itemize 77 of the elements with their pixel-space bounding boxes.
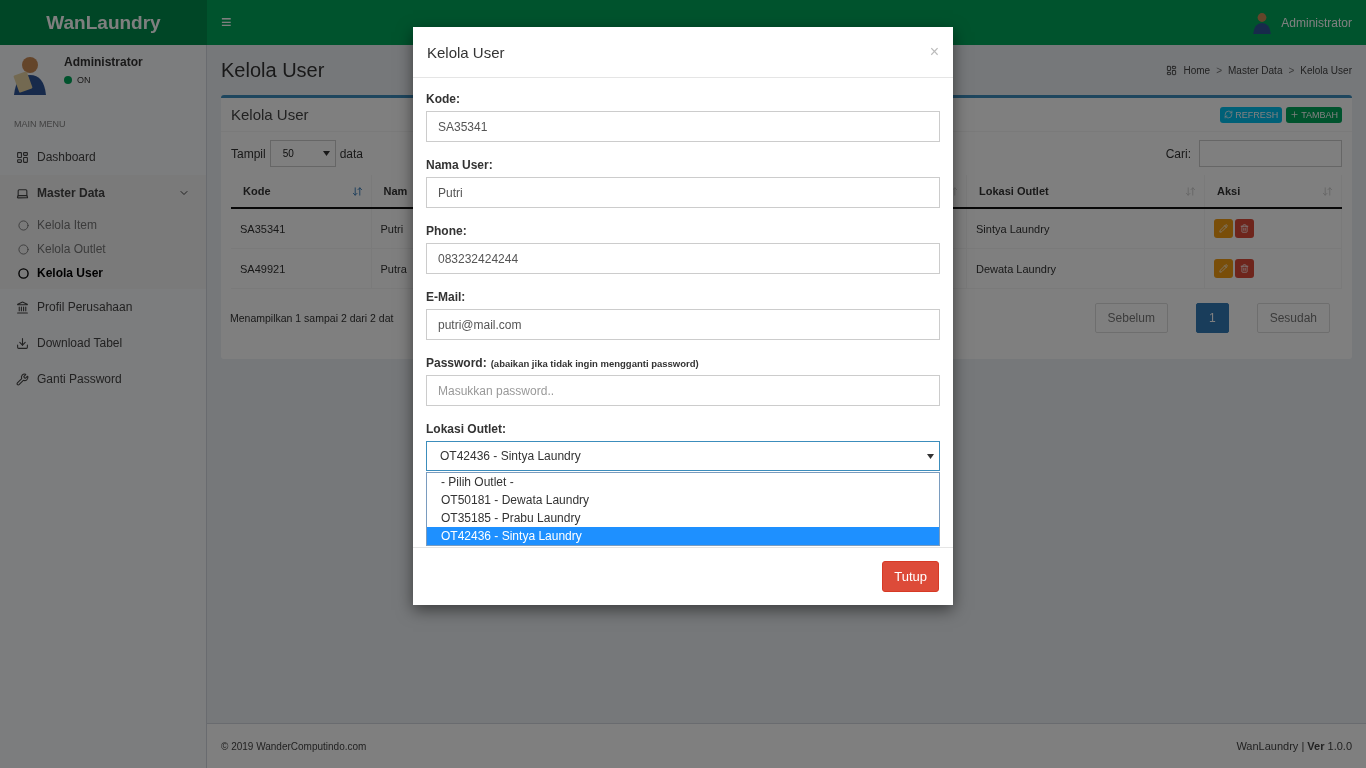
outlet-select[interactable]: OT42436 - Sintya Laundry <box>426 441 940 471</box>
breadcrumb-link[interactable]: Master Data <box>1228 65 1283 76</box>
menu-header: MAIN MENU <box>13 118 67 131</box>
dropdown-option[interactable]: OT42436 - Sintya Laundry <box>427 527 939 545</box>
user-name: Administrator <box>64 55 143 69</box>
user-menu[interactable]: Administrator <box>1281 15 1352 30</box>
field-label: Phone: <box>426 224 467 238</box>
input-field[interactable]: Putri <box>426 177 940 208</box>
sidebar-item[interactable]: Ganti Password <box>0 361 206 397</box>
trash-icon <box>1240 264 1249 273</box>
search-field[interactable] <box>1199 140 1342 167</box>
delete-button[interactable] <box>1235 259 1254 278</box>
status-text: ON <box>77 75 91 85</box>
breadcrumb-link[interactable]: Home <box>1183 65 1211 76</box>
input-field[interactable]: 083232424244 <box>426 243 940 274</box>
length-select[interactable]: 50 <box>269 140 336 167</box>
caret-icon <box>927 453 934 459</box>
refresh-icon <box>1224 110 1234 119</box>
dashboard-icon <box>16 150 29 164</box>
field-label: Nama User: <box>426 158 493 172</box>
add-button[interactable]: TAMBAH <box>1286 106 1342 123</box>
column-header[interactable]: Lokasi Outlet <box>966 175 1205 208</box>
field-note: (abaikan jika tidak ingin mengganti password) <box>490 358 699 369</box>
submenu-item[interactable]: Kelola User <box>0 261 206 285</box>
modal-title: Kelola User <box>427 43 505 61</box>
table-cell: Dewata Laundry <box>966 248 1205 289</box>
sidebar-item[interactable]: Dashboard <box>0 139 206 175</box>
version-text: WanLaundry | Ver 1.0.0 <box>1236 740 1352 752</box>
field-label: E-Mail: <box>426 290 466 304</box>
sidebar-item[interactable]: Profil Perusahaan <box>0 289 206 325</box>
box-title: Kelola User <box>231 106 309 123</box>
sidebar-item[interactable]: Master Data <box>0 175 206 211</box>
brand-logo[interactable]: WanLaundry <box>0 0 207 45</box>
field-label: Lokasi Outlet: <box>426 422 506 436</box>
column-header[interactable]: Aksi <box>1204 175 1342 208</box>
laptop-icon <box>16 186 29 200</box>
caret-icon <box>322 151 330 156</box>
page-title: Kelola User <box>221 59 325 82</box>
search-label: Cari: <box>1165 146 1191 161</box>
input-field[interactable]: putri@mail.com <box>426 309 940 340</box>
table-cell: SA35341 <box>231 208 371 249</box>
circle-icon <box>18 219 29 231</box>
page-button[interactable]: 1 <box>1195 303 1229 333</box>
table-cell: SA49921 <box>231 248 371 289</box>
sidebar-item[interactable]: Download Tabel <box>0 325 206 361</box>
page-button[interactable]: Sebelum <box>1094 303 1168 333</box>
user-avatar-icon <box>1251 11 1274 34</box>
breadcrumb-separator: > <box>1288 65 1295 76</box>
delete-button[interactable] <box>1235 219 1254 238</box>
bank-icon <box>16 300 29 314</box>
length-label: Tampil <box>231 146 266 161</box>
page-button[interactable]: Sesudah <box>1256 303 1330 333</box>
length-label: data <box>339 146 364 161</box>
edit-button[interactable] <box>1214 259 1233 278</box>
submenu-item[interactable]: Kelola Item <box>0 213 206 237</box>
circle-icon <box>18 243 29 255</box>
plus-icon <box>1290 110 1300 119</box>
close-button[interactable]: Tutup <box>882 561 939 592</box>
input-field[interactable]: Masukkan password.. <box>426 375 940 406</box>
pencil-icon <box>1219 224 1228 233</box>
pencil-icon <box>1219 264 1228 273</box>
copyright-text: © 2019 WanderComputindo.com <box>221 740 367 752</box>
circle-icon <box>18 267 29 279</box>
table-cell: Sintya Laundry <box>966 208 1205 249</box>
field-label: Kode: <box>426 92 460 106</box>
column-header[interactable]: Kode <box>231 175 371 208</box>
table-info: Menampilkan 1 sampai 2 dari 2 dat <box>230 312 394 324</box>
edit-button[interactable] <box>1214 219 1233 238</box>
input-field[interactable]: SA35341 <box>426 111 940 142</box>
wrench-icon <box>16 372 29 386</box>
menu-icon[interactable]: ≡ <box>221 12 232 33</box>
trash-icon <box>1240 224 1249 233</box>
dashboard-icon <box>1166 65 1178 76</box>
breadcrumb-separator: > <box>1216 65 1222 76</box>
field-label: Password: <box>426 356 487 370</box>
download-icon <box>16 336 29 350</box>
submenu-item[interactable]: Kelola Outlet <box>0 237 206 261</box>
